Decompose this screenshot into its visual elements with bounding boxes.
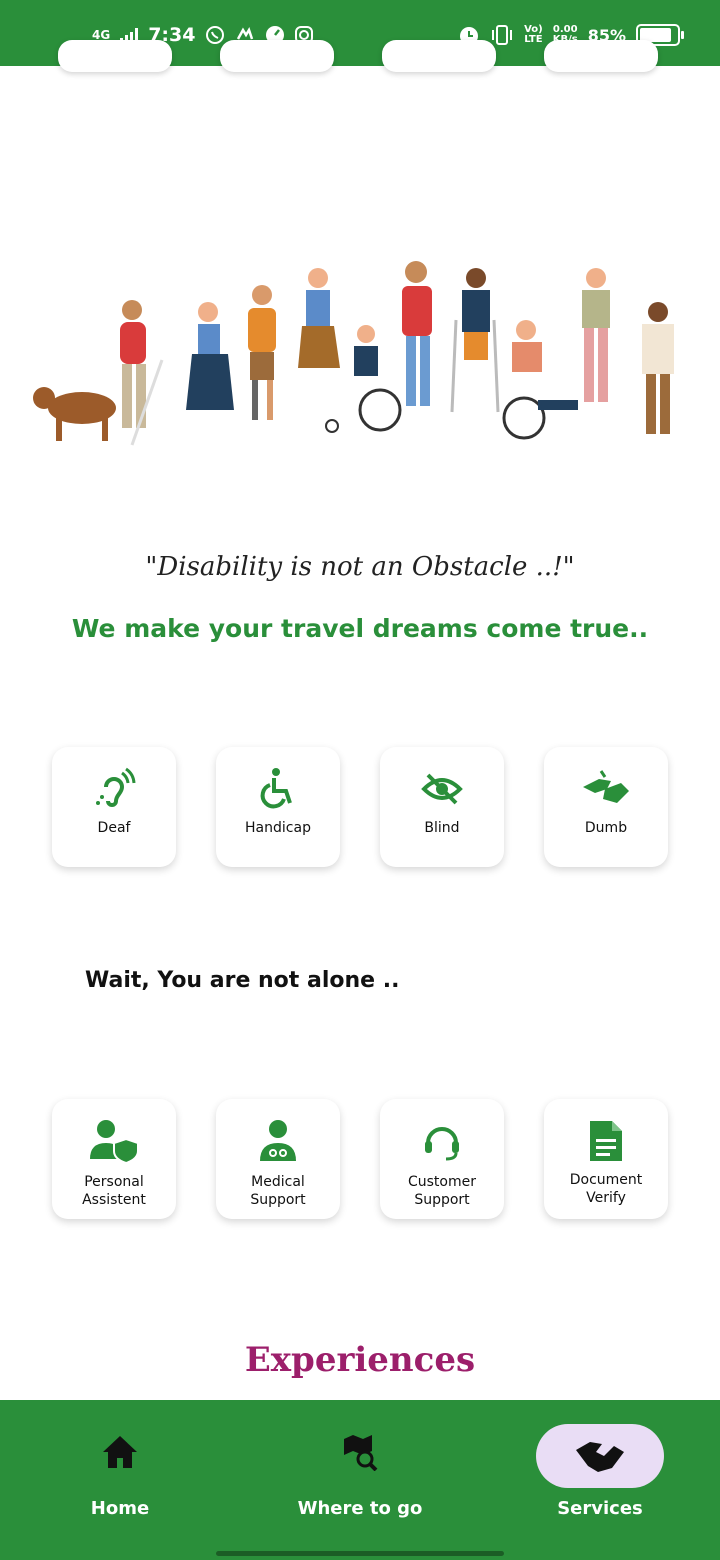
scrolled-card[interactable] <box>382 40 496 72</box>
bottom-navigation: Home Where to go Services <box>0 1400 720 1560</box>
service-card-customer-support[interactable]: Customer Support <box>380 1099 504 1219</box>
category-card-blind[interactable]: Blind <box>380 747 504 867</box>
scrolled-card[interactable] <box>58 40 172 72</box>
experiences-heading: Experiences <box>244 1340 476 1380</box>
nav-label: Services <box>557 1498 643 1519</box>
category-label: Deaf <box>97 820 131 836</box>
service-card-medical-support[interactable]: Medical Support <box>216 1099 340 1219</box>
volte-indicator: Vo) LTE <box>524 24 543 45</box>
wheelchair-user-figure <box>325 325 402 433</box>
document-icon <box>544 1119 668 1163</box>
scrolled-card[interactable] <box>544 40 658 72</box>
hero-quote: "Disability is not an Obstacle ..!" <box>145 552 575 582</box>
headset-icon <box>380 1119 504 1163</box>
doctor-icon <box>216 1119 340 1163</box>
gesture-bar[interactable] <box>216 1551 504 1556</box>
person-shield-icon <box>52 1119 176 1163</box>
blind-person-figure <box>120 300 164 446</box>
service-label: Customer Support <box>407 1174 476 1208</box>
nav-home[interactable]: Home <box>0 1400 240 1560</box>
scrolled-card[interactable] <box>220 40 334 72</box>
wheelchair-icon <box>216 767 340 811</box>
person-figure <box>298 268 340 368</box>
category-label: Dumb <box>584 820 628 836</box>
hero-tagline: We make your travel dreams come true.. <box>71 614 649 643</box>
nav-label: Where to go <box>297 1498 423 1519</box>
nav-services[interactable]: Services <box>480 1400 720 1560</box>
category-card-handicap[interactable]: Handicap <box>216 747 340 867</box>
service-card-document-verify[interactable]: Document Verify <box>544 1099 668 1219</box>
service-label: Personal Assistent <box>82 1174 146 1208</box>
guide-dog-figure <box>33 387 116 441</box>
network-indicator: 4G <box>92 28 111 42</box>
category-label: Handicap <box>245 820 311 836</box>
hearing-icon <box>52 767 176 811</box>
vibrate-icon <box>492 25 513 45</box>
whatsapp-icon <box>206 26 225 44</box>
active-indicator <box>536 1424 664 1488</box>
support-heading: Wait, You are not alone .. <box>85 968 400 993</box>
crutches-person-figure <box>450 268 500 413</box>
person-figure <box>186 302 234 410</box>
amputee-person-figure <box>248 285 276 420</box>
eye-off-icon <box>380 767 504 811</box>
service-card-personal-assistant[interactable]: Personal Assistent <box>52 1099 176 1219</box>
person-figure <box>582 268 610 402</box>
home-icon <box>103 1436 137 1468</box>
map-search-icon <box>344 1435 378 1471</box>
person-figure <box>402 261 432 406</box>
handshake-icon <box>576 1442 624 1472</box>
service-label: Medical Support <box>250 1174 306 1208</box>
nav-where-to-go[interactable]: Where to go <box>240 1400 480 1560</box>
service-label: Document Verify <box>569 1172 643 1206</box>
wheelchair-user-figure <box>502 320 578 440</box>
nav-label: Home <box>90 1498 150 1519</box>
sign-language-icon <box>544 767 668 811</box>
category-label: Blind <box>424 820 460 836</box>
category-card-deaf[interactable]: Deaf <box>52 747 176 867</box>
category-card-dumb[interactable]: Dumb <box>544 747 668 867</box>
hero-illustration <box>33 261 674 446</box>
person-figure <box>642 302 674 434</box>
